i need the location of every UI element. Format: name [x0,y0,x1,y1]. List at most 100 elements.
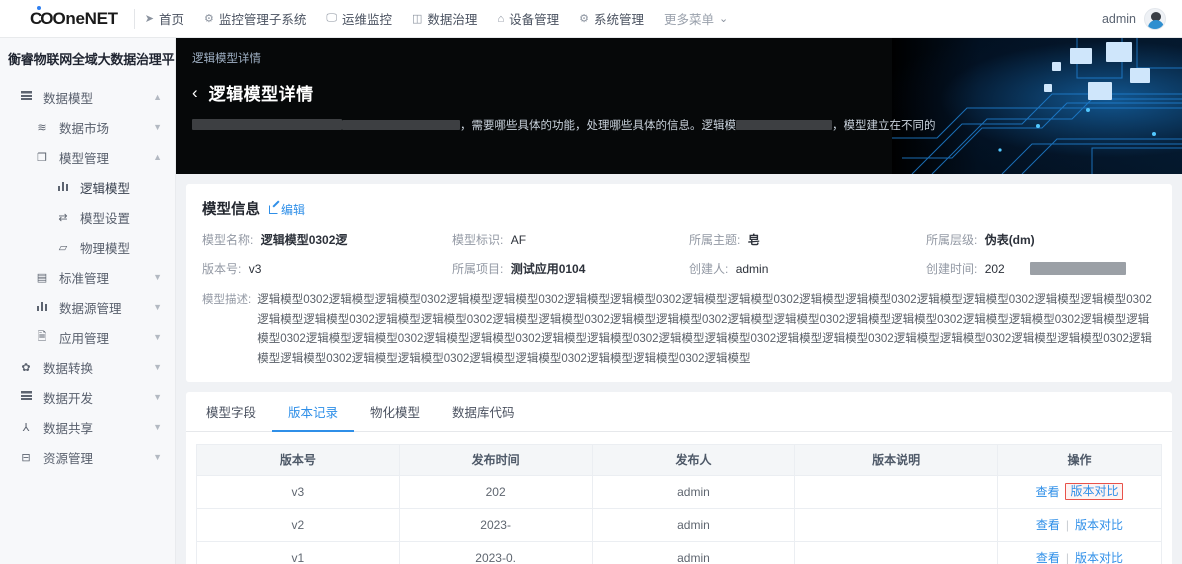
cell-publisher: admin [591,475,796,509]
sidebar-item-data-sharing[interactable]: ⅄ 数据共享 ▼ [0,412,175,442]
sidebar-item-label: 物理模型 [80,241,131,256]
tab-model-fields[interactable]: 模型字段 [190,392,272,432]
field-creator: 创建人: admin [689,262,926,276]
redacted-text [1030,262,1127,276]
nav-item-label: 首页 [158,13,184,27]
column-header-publisher: 发布人 [591,443,796,476]
compare-version-link[interactable]: 版本对比 [1075,516,1123,533]
field-label: 创建人: [689,262,729,277]
field-value: AF [510,233,527,247]
nav-item-label: 数据治理 [427,13,478,27]
field-subject: 所属主题: 皂 [689,233,926,247]
chevron-down-icon: ⌄ [719,13,729,25]
bar-chart-icon [55,181,71,193]
cell-version: v3 [196,475,400,509]
table-row: v2 2023- admin 查看 | 版本对比 [196,508,1163,542]
layers-icon: ≋ [37,121,47,134]
redacted-text [192,119,342,130]
cell-note [794,541,998,564]
view-link[interactable]: 查看 [1035,483,1059,500]
avatar[interactable] [1144,7,1166,30]
view-link[interactable]: 查看 [1036,516,1060,533]
nav-item-more-menu[interactable]: 更多菜单 ⌄ [664,9,728,28]
model-info-title: 模型信息 [202,202,260,218]
table-row: v1 2023-0. admin 查看 | 版本对比 [196,541,1163,564]
user-area[interactable]: admin [1102,7,1182,30]
cell-publisher: admin [591,508,796,542]
tab-database-code[interactable]: 数据库代码 [436,392,531,432]
nav-item-device-management[interactable]: ⌂ 设备管理 [497,9,559,28]
cell-version: v1 [196,541,400,564]
nav-item-ops-monitoring[interactable]: 🖵 运维监控 [326,9,392,28]
sidebar-item-standard-management[interactable]: ▤ 标准管理 ▼ [0,262,175,292]
field-value: admin [735,262,769,277]
sidebar-item-application-management[interactable]: 🗎 应用管理 ▼ [0,322,175,352]
description-value: 逻辑模型0302逻辑模型逻辑模型0302逻辑模型逻辑模型0302逻辑模型逻辑模型… [257,293,1152,366]
brand-name: OneNET [52,8,119,28]
sidebar-item-label: 应用管理 [59,331,110,346]
edit-label: 编辑 [281,203,306,217]
sidebar-item-data-transform[interactable]: ✿ 数据转换 ▼ [0,352,175,382]
edit-button[interactable]: 编辑 [269,201,305,218]
sidebar-item-model-management[interactable]: ❐ 模型管理 ▲ [0,142,175,172]
cell-publish-time: 2023- [398,508,593,542]
sidebar-item-logical-model[interactable]: 逻辑模型 [0,172,175,202]
table-body: v3 202 admin 查看 版本对比 v2 2023- admin 查看 |… [196,475,1163,564]
redacted-text [736,120,832,130]
field-value: 202 [984,262,1005,277]
main-content: 逻辑模型详情 ‹ 逻辑模型详情 ，需要哪些具体的功能，处理哪些具体的信息。逻辑模… [176,38,1182,564]
nav-item-monitor-subsystem[interactable]: ⚙ 监控管理子系统 [204,9,306,28]
table-header-row: 版本号 发布时间 发布人 版本说明 操作 [196,443,1163,476]
nav-divider [133,8,135,29]
view-link[interactable]: 查看 [1036,549,1060,564]
version-table: 版本号 发布时间 发布人 版本说明 操作 v3 202 admin 查看 版本对… [196,443,1163,564]
field-value: 测试应用0104 [510,262,586,277]
version-table-wrap: 版本号 发布时间 发布人 版本说明 操作 v3 202 admin 查看 版本对… [186,432,1172,564]
circuit-board-graphic [892,38,1182,174]
site-title: 衡睿物联网全域大数据治理平台 [8,52,176,67]
field-label: 创建时间: [926,262,978,277]
device-icon: ⌂ [497,12,505,25]
compare-version-link[interactable]: 版本对比 [1065,483,1124,501]
chevron-down-icon: ▼ [153,392,162,402]
sidebar-item-data-development[interactable]: 数据开发 ▼ [0,382,175,412]
sidebar-item-model-settings[interactable]: ⇄ 模型设置 [0,202,175,232]
model-info-card: 模型信息 编辑 模型名称: 逻辑模型0302逻 模型标识: AF 所属主题: 皂 [186,184,1172,382]
nav-item-label: 设备管理 [509,13,560,27]
sidebar-item-label: 数据模型 [43,91,94,106]
sidebar-item-datasource-management[interactable]: 数据源管理 ▼ [0,292,175,322]
nav-item-home[interactable]: ➤ 首页 [145,9,184,28]
send-icon: ➤ [144,13,154,25]
nav-item-system-management[interactable]: ⚙ 系统管理 [579,9,644,28]
tab-bar: 模型字段 版本记录 物化模型 数据库代码 [186,392,1172,432]
sidebar-item-label: 标准管理 [59,271,110,286]
sidebar-item-data-model[interactable]: 数据模型 ▲ [0,82,175,112]
field-value: 皂 [747,233,760,247]
model-info-grid: 模型名称: 逻辑模型0302逻 模型标识: AF 所属主题: 皂 所属层级: 伪… [202,233,1156,277]
sidebar-item-resource-management[interactable]: ⊟ 资源管理 ▼ [0,442,175,472]
tab-version-records[interactable]: 版本记录 [272,392,355,432]
field-value: v3 [248,262,262,277]
cell-action: 查看 版本对比 [996,475,1163,509]
compare-version-link[interactable]: 版本对比 [1075,549,1123,564]
banner-desc-part1: ，需要哪些具体的功能，处理哪些具体的信息。逻辑模 [460,120,736,132]
gear-icon: ⚙ [579,13,589,25]
cell-publish-time: 2023-0. [398,541,593,564]
field-create-time: 创建时间: 202 [926,262,1156,276]
sidebar-item-data-market[interactable]: ≋ 数据市场 ▼ [0,112,175,142]
monitor-icon: 🖵 [326,12,337,24]
sidebar-item-physical-model[interactable]: ▱ 物理模型 [0,232,175,262]
field-label: 模型名称: [202,233,254,247]
nav-item-data-governance[interactable]: ◫ 数据治理 [412,9,477,28]
tab-materialized-model[interactable]: 物化模型 [354,392,436,432]
bar-chart-icon [34,301,50,313]
chevron-down-icon: ▼ [153,302,162,312]
page-banner: 逻辑模型详情 ‹ 逻辑模型详情 ，需要哪些具体的功能，处理哪些具体的信息。逻辑模… [176,38,1182,174]
field-label: 所属主题: [689,233,741,247]
brand-logo[interactable]: CO OneNET [0,5,132,29]
chevron-left-icon[interactable]: ‹ [192,84,198,101]
sidebar: 衡睿物联网全域大数据治理平台 数据模型 ▲ ≋ 数据市场 ▼ ❐ 模型管理 ▲ … [0,38,176,564]
column-header-action: 操作 [996,443,1163,476]
field-model-name: 模型名称: 逻辑模型0302逻 [202,233,452,247]
sidebar-item-label: 逻辑模型 [80,181,131,196]
